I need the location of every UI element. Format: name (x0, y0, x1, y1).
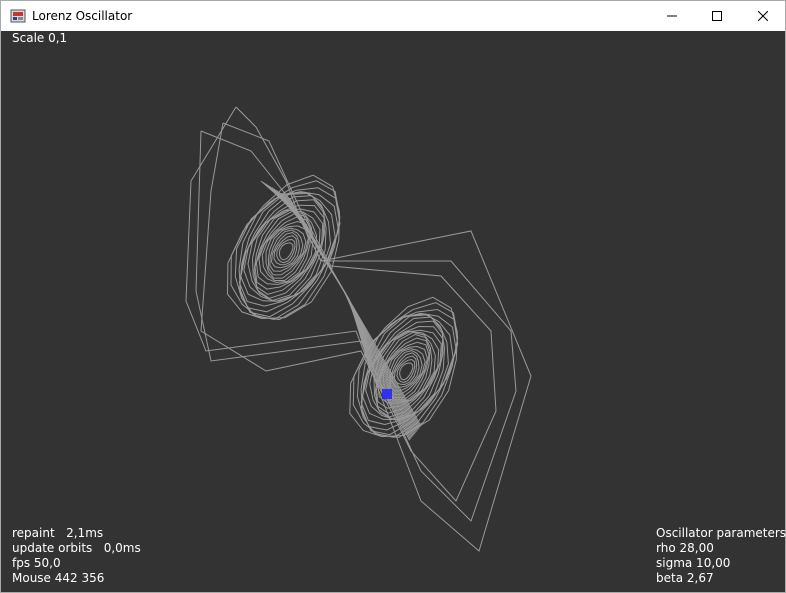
app-window: Lorenz Oscillator Scale 0,1 repaint 2,1m… (0, 0, 786, 593)
maximize-icon (711, 11, 722, 21)
crossing-strand (280, 192, 414, 437)
beta-parameter: beta 2,67 (656, 571, 714, 585)
window-title: Lorenz Oscillator (32, 9, 133, 23)
parameters-header: Oscillator parameters (656, 526, 786, 540)
crossing-strand (276, 189, 416, 434)
scale-label: Scale 0,1 (12, 31, 68, 45)
crossing-strand (278, 191, 415, 436)
minimize-icon (666, 15, 677, 17)
title-bar[interactable]: Lorenz Oscillator (1, 1, 785, 31)
maximize-button[interactable] (694, 1, 739, 31)
update-orbits-stat: update orbits 0,0ms (12, 541, 141, 555)
rho-parameter: rho 28,00 (656, 541, 714, 555)
close-button[interactable] (740, 1, 785, 31)
close-icon (757, 11, 768, 21)
trajectory-outer-b (195, 130, 517, 522)
current-position-marker (382, 389, 392, 399)
java-app-icon (10, 9, 26, 23)
sigma-parameter: sigma 10,00 (656, 556, 731, 570)
mouse-position-stat: Mouse 442 356 (12, 571, 105, 585)
fps-stat: fps 50,0 (12, 556, 61, 570)
repaint-stat: repaint 2,1ms (12, 526, 104, 540)
crossing-strand (267, 184, 419, 430)
crossing-strand (273, 188, 417, 433)
minimize-button[interactable] (649, 1, 694, 31)
oscillator-canvas[interactable]: Scale 0,1 repaint 2,1ms update orbits 0,… (1, 31, 786, 592)
lorenz-attractor-plot (185, 106, 532, 552)
attractor-crossing-strands (260, 180, 422, 441)
left-lobe-orbit (269, 229, 304, 272)
